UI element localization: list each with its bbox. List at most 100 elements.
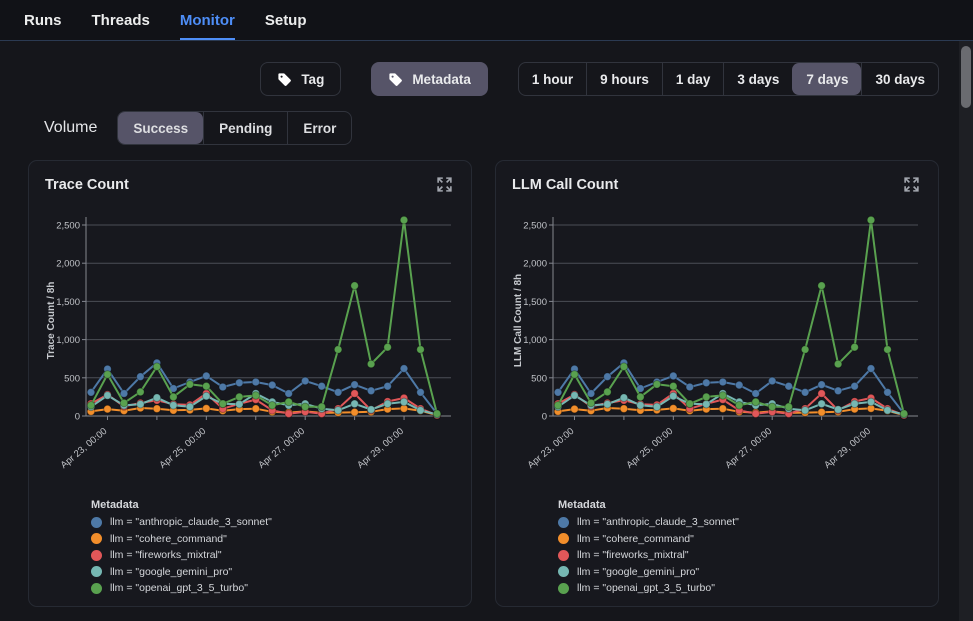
data-point [367, 387, 375, 395]
data-point [252, 392, 260, 400]
data-point [186, 381, 194, 389]
y-tick-label: 2,500 [56, 221, 80, 232]
metadata-filter-button[interactable]: Metadata [371, 62, 488, 96]
llm-call-count-chart: 05001,0001,5002,0002,500Apr 23, 00:00Apr… [512, 199, 922, 497]
expand-button[interactable] [434, 174, 455, 195]
nav-tab-runs[interactable]: Runs [24, 0, 62, 40]
data-point [801, 389, 809, 397]
data-point [818, 381, 826, 389]
legend-label: llm = "fireworks_mixtral" [110, 549, 222, 561]
legend-item[interactable]: llm = "google_gemini_pro" [91, 566, 455, 578]
data-point [285, 390, 293, 398]
legend-title: Metadata [558, 499, 922, 511]
data-point [867, 365, 875, 373]
page-scrollbar[interactable] [959, 41, 973, 621]
legend-item[interactable]: llm = "cohere_command" [91, 533, 455, 545]
x-tick-label: Apr 25, 00:00 [157, 426, 208, 471]
nav-tab-setup[interactable]: Setup [265, 0, 307, 40]
data-point [153, 394, 161, 402]
x-tick-label: Apr 23, 00:00 [59, 426, 110, 471]
x-tick-label: Apr 23, 00:00 [526, 426, 577, 471]
data-point [433, 410, 441, 418]
data-point [670, 392, 678, 400]
data-point [219, 400, 227, 408]
data-point [334, 389, 342, 397]
data-point [170, 393, 178, 401]
legend-dot [558, 583, 569, 594]
tag-filter-button[interactable]: Tag [260, 62, 341, 96]
data-point [137, 373, 145, 381]
top-nav: Runs Threads Monitor Setup [0, 0, 973, 41]
data-point [818, 282, 826, 290]
nav-tab-monitor[interactable]: Monitor [180, 0, 235, 40]
legend-label: llm = "cohere_command" [577, 533, 694, 545]
legend-label: llm = "cohere_command" [110, 533, 227, 545]
trace-count-card: Trace Count 05001,0001,5002,0002,500Apr … [28, 160, 472, 607]
legend-item[interactable]: llm = "fireworks_mixtral" [91, 549, 455, 561]
time-range-7-days[interactable]: 7 days [792, 63, 861, 95]
time-range-30-days[interactable]: 30 days [861, 63, 938, 95]
y-tick-label: 1,000 [523, 335, 547, 346]
x-tick-label: Apr 29, 00:00 [355, 426, 406, 471]
data-point [219, 383, 227, 391]
data-point [203, 382, 211, 390]
filter-toolbar: Tag Metadata 1 hour 9 hours 1 day 3 days… [24, 62, 939, 96]
time-range-3-days[interactable]: 3 days [723, 63, 792, 95]
data-point [153, 405, 161, 413]
legend-item[interactable]: llm = "openai_gpt_3_5_turbo" [91, 582, 455, 594]
data-point [252, 378, 260, 386]
data-point [384, 400, 392, 408]
monitor-content: Tag Metadata 1 hour 9 hours 1 day 3 days… [0, 41, 959, 621]
legend-item[interactable]: llm = "cohere_command" [558, 533, 922, 545]
data-point [604, 388, 612, 396]
data-point [686, 400, 694, 408]
volume-tab-success[interactable]: Success [118, 112, 203, 144]
time-range-1-hour[interactable]: 1 hour [519, 63, 586, 95]
data-point [653, 381, 661, 389]
data-point [400, 398, 408, 406]
legend-item[interactable]: llm = "openai_gpt_3_5_turbo" [558, 582, 922, 594]
data-point [87, 389, 95, 397]
legend-label: llm = "google_gemini_pro" [577, 566, 699, 578]
data-point [351, 381, 359, 389]
scrollbar-thumb[interactable] [961, 46, 971, 108]
trace-count-chart: 05001,0001,5002,0002,500Apr 23, 00:00Apr… [45, 199, 455, 497]
expand-button[interactable] [901, 174, 922, 195]
y-tick-label: 1,000 [56, 335, 80, 346]
volume-tab-pending[interactable]: Pending [203, 112, 287, 144]
legend-dot [91, 566, 102, 577]
data-point [104, 405, 112, 413]
volume-tab-error[interactable]: Error [287, 112, 351, 144]
llm-call-count-card: LLM Call Count 05001,0001,5002,0002,500A… [495, 160, 939, 607]
legend-dot [91, 583, 102, 594]
legend-item[interactable]: llm = "google_gemini_pro" [558, 566, 922, 578]
y-tick-label: 1,500 [56, 297, 80, 308]
data-point [285, 410, 293, 418]
y-tick-label: 0 [542, 412, 547, 423]
data-point [785, 403, 793, 411]
legend-item[interactable]: llm = "fireworks_mixtral" [558, 549, 922, 561]
data-point [801, 346, 809, 354]
time-range-1-day[interactable]: 1 day [662, 63, 724, 95]
chart-legend: Metadata llm = "anthropic_claude_3_sonne… [512, 499, 922, 594]
data-point [571, 371, 579, 379]
data-point [554, 402, 562, 410]
chart-legend: Metadata llm = "anthropic_claude_3_sonne… [45, 499, 455, 594]
data-point [137, 388, 145, 396]
data-point [867, 398, 875, 406]
time-range-group: 1 hour 9 hours 1 day 3 days 7 days 30 da… [518, 62, 939, 96]
data-point [351, 282, 359, 290]
data-point [400, 365, 408, 373]
data-point [301, 377, 309, 385]
legend-item[interactable]: llm = "anthropic_claude_3_sonnet" [91, 516, 455, 528]
time-range-9-hours[interactable]: 9 hours [586, 63, 662, 95]
data-point [236, 400, 244, 408]
data-point [735, 381, 743, 389]
legend-item[interactable]: llm = "anthropic_claude_3_sonnet" [558, 516, 922, 528]
nav-tab-threads[interactable]: Threads [92, 0, 150, 40]
data-point [801, 407, 809, 415]
x-tick-label: Apr 25, 00:00 [624, 426, 675, 471]
data-point [400, 216, 408, 224]
data-point [818, 400, 826, 408]
data-point [367, 406, 375, 414]
